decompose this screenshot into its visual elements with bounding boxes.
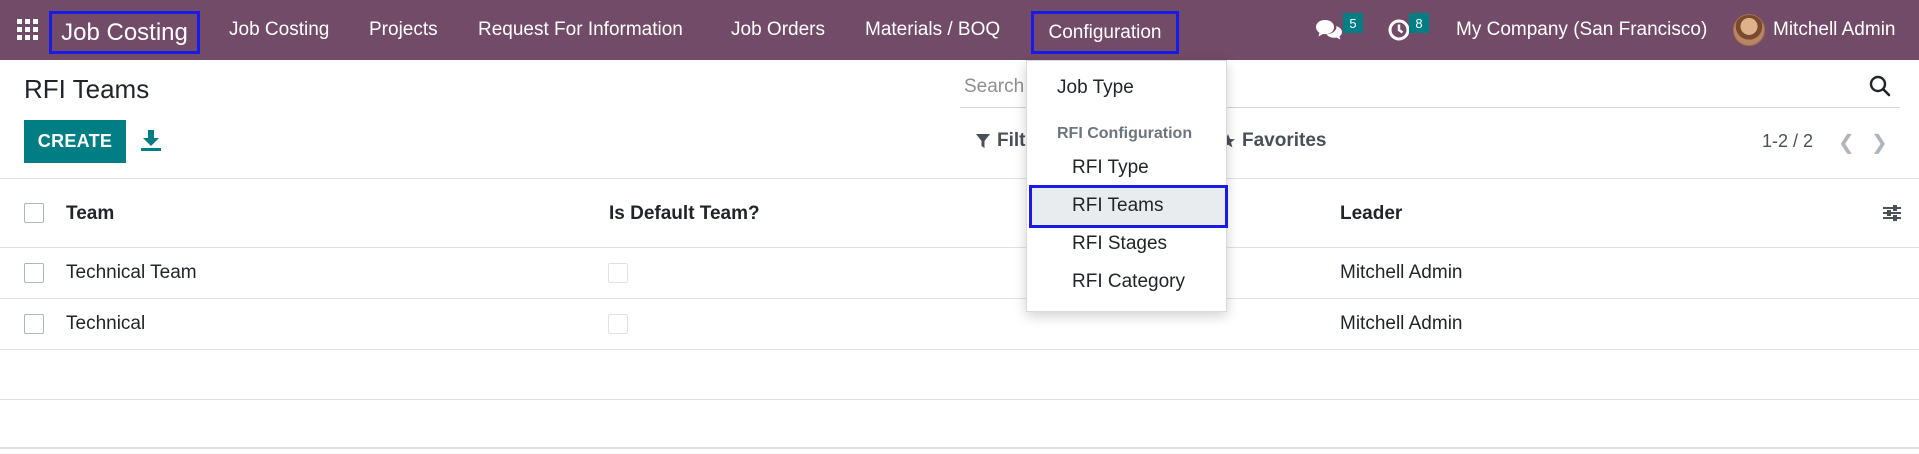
app-brand[interactable]: Job Costing <box>49 11 200 54</box>
cell-team: Technical <box>66 313 146 334</box>
menu-materials-boq[interactable]: Materials / BOQ <box>865 0 1000 60</box>
dropdown-item-rfi-stages[interactable]: RFI Stages <box>1072 233 1167 255</box>
row-select-checkbox[interactable] <box>24 314 44 334</box>
chat-icon <box>1316 20 1342 40</box>
cell-leader: Mitchell Admin <box>1340 262 1463 283</box>
user-menu[interactable]: Mitchell Admin <box>1773 0 1896 60</box>
pager-previous-icon[interactable]: ❮ <box>1838 130 1855 155</box>
table-row[interactable]: Technical Team Mitchell Admin <box>0 248 1919 299</box>
column-header-leader[interactable]: Leader <box>1340 203 1402 225</box>
messages-count-badge: 5 <box>1343 13 1363 33</box>
dropdown-item-rfi-category[interactable]: RFI Category <box>1072 271 1185 293</box>
top-navbar: Job Costing Job Costing Projects Request… <box>0 0 1919 60</box>
dropdown-item-job-type[interactable]: Job Type <box>1057 77 1134 99</box>
page-title: RFI Teams <box>24 74 150 104</box>
column-header-is-default-team[interactable]: Is Default Team? <box>609 203 760 225</box>
menu-request-for-information[interactable]: Request For Information <box>478 0 683 60</box>
select-all-checkbox[interactable] <box>24 203 44 223</box>
create-button[interactable]: CREATE <box>24 120 126 163</box>
pager-next-icon[interactable]: ❯ <box>1871 130 1888 155</box>
activities-button[interactable] <box>1387 0 1411 60</box>
user-avatar[interactable] <box>1733 14 1765 46</box>
menu-configuration[interactable]: Configuration <box>1031 11 1179 54</box>
favorites-label: Favorites <box>1242 130 1327 151</box>
company-switcher[interactable]: My Company (San Francisco) <box>1456 0 1707 60</box>
search-icon[interactable] <box>1868 74 1892 98</box>
cell-leader: Mitchell Admin <box>1340 313 1463 334</box>
menu-projects[interactable]: Projects <box>369 0 438 60</box>
dropdown-item-rfi-type[interactable]: RFI Type <box>1072 157 1149 179</box>
empty-row <box>0 350 1919 400</box>
favorites-button[interactable]: Favorites <box>1220 130 1326 152</box>
pager-value[interactable]: 1-2 / 2 <box>1762 131 1813 152</box>
optional-columns-icon[interactable] <box>1882 203 1902 223</box>
table-header: Team Is Default Team? Leader <box>0 179 1919 248</box>
cell-is-default-checkbox <box>608 314 628 334</box>
download-icon[interactable] <box>140 128 162 152</box>
configuration-dropdown: Job Type RFI Configuration RFI Type RFI … <box>1026 60 1228 312</box>
cell-team: Technical Team <box>66 262 197 283</box>
table-row[interactable]: Technical Mitchell Admin <box>0 299 1919 350</box>
column-header-team[interactable]: Team <box>66 203 114 225</box>
clock-icon <box>1388 19 1410 41</box>
cell-is-default-checkbox <box>608 263 628 283</box>
menu-job-orders[interactable]: Job Orders <box>731 0 825 60</box>
list-bottom-divider <box>0 447 1919 449</box>
row-select-checkbox[interactable] <box>24 263 44 283</box>
app-menu-grid-icon[interactable] <box>16 18 38 40</box>
menu-job-costing[interactable]: Job Costing <box>229 0 329 60</box>
messages-button[interactable] <box>1315 0 1343 60</box>
activities-count-badge: 8 <box>1409 13 1429 33</box>
filter-icon <box>976 134 990 148</box>
dropdown-item-rfi-teams[interactable]: RFI Teams <box>1072 195 1164 217</box>
dropdown-section-rfi-configuration: RFI Configuration <box>1057 125 1193 142</box>
